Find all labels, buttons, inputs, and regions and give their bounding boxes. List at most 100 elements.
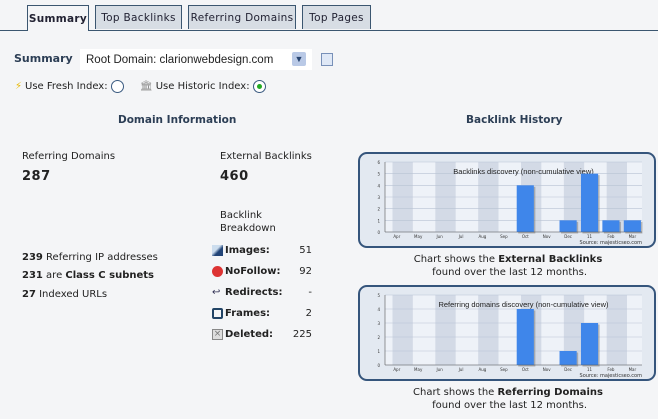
breakdown-nofollow: NoFollow: 92 (212, 264, 312, 278)
y-tick-label: 3 (377, 321, 380, 326)
y-tick-label: 1 (377, 218, 380, 223)
external-backlinks-value: 460 (220, 169, 249, 184)
backlink-history-heading: Backlink History (466, 114, 563, 126)
x-tick-label: Dec (564, 234, 572, 239)
building-icon: 🏛 (140, 81, 153, 92)
domain-select[interactable]: Root Domain: clarionwebdesign.com ▼ (80, 49, 312, 70)
x-tick-label: Mar (629, 234, 637, 239)
x-tick-label: 11 (587, 234, 593, 239)
x-tick-label: Jul (458, 367, 464, 372)
fresh-index-option[interactable]: ⚡ Use Fresh Index: (15, 80, 124, 93)
y-tick-label: 2 (377, 207, 380, 212)
x-tick-label: Jun (435, 234, 443, 239)
chart-title: Referring domains discovery (non-cumulat… (438, 300, 609, 309)
tab-top-backlinks[interactable]: Top Backlinks (95, 5, 182, 29)
chart-source: Source: majesticseo.com (580, 240, 643, 246)
y-tick-label: 0 (377, 363, 380, 368)
x-tick-label: Dec (564, 367, 572, 372)
breakdown-frames: Frames: 2 (212, 306, 312, 320)
bar (559, 220, 577, 232)
export-icon[interactable] (321, 53, 333, 66)
y-tick-label: 5 (377, 172, 380, 177)
domain-information-heading: Domain Information (118, 114, 237, 126)
stat-text: Referring IP addresses (42, 252, 158, 263)
x-tick-label: 11 (587, 367, 593, 372)
image-icon (212, 244, 223, 256)
breakdown-redirects: ↩ Redirects: - (212, 285, 312, 299)
fresh-index-radio[interactable] (110, 80, 124, 93)
y-tick-label: 4 (377, 183, 380, 188)
frame-icon (212, 307, 223, 319)
y-tick-label: 6 (377, 160, 380, 165)
referring-domains-chart-svg: 0 1 2 3 4 5 Referring domains discovery (non-c… (377, 293, 643, 379)
y-tick-label: 2 (377, 335, 380, 340)
x-tick-label: Aug (479, 234, 487, 239)
referring-domains-value: 287 (22, 169, 51, 184)
y-tick-label: 5 (377, 293, 380, 298)
y-tick-label: 4 (377, 307, 380, 312)
breakdown-label: Images: (225, 244, 270, 256)
nofollow-icon (212, 265, 223, 277)
breakdown-value: 225 (292, 328, 312, 340)
x-tick-label: Nov (543, 234, 551, 239)
x-tick-label: Jul (458, 234, 464, 239)
referring-domains-label: Referring Domains (22, 151, 116, 162)
lightning-icon: ⚡ (15, 81, 23, 92)
external-backlinks-label: External Backlinks (220, 151, 312, 162)
backlinks-chart-svg: 0 1 2 3 4 5 6 Backlinks discovery (non-cumulati… (377, 160, 643, 246)
x-tick-label: Nov (543, 367, 551, 372)
domain-select-value: Root Domain: clarionwebdesign.com (86, 53, 274, 66)
x-tick-label: May (414, 367, 423, 372)
bar (602, 220, 620, 232)
tab-summary[interactable]: Summary (27, 5, 89, 31)
breakdown-title-line: Breakdown (220, 223, 276, 234)
bar (623, 220, 641, 232)
breakdown-title-line: Backlink (220, 210, 262, 221)
bar (559, 351, 577, 365)
x-tick-label: Oct (522, 234, 529, 239)
stat-num: 239 (22, 252, 43, 263)
caption-text: Chart shows the (413, 254, 499, 265)
deleted-icon: × (212, 328, 223, 340)
x-tick-label: Feb (607, 367, 615, 372)
caption-bold: External Backlinks (498, 254, 603, 265)
historic-index-label: Use Historic Index: (155, 81, 250, 92)
caption-text: Chart shows the (413, 387, 498, 398)
breakdown-value: 2 (305, 307, 312, 319)
x-tick-label: Apr (393, 234, 400, 239)
stat-indexed-urls: 27 Indexed URLs (22, 289, 107, 300)
column-band (392, 295, 413, 365)
stat-text: Indexed URLs (35, 289, 108, 300)
breakdown-label: Redirects: (225, 286, 283, 298)
x-tick-label: Aug (479, 367, 487, 372)
tab-referring-domains[interactable]: Referring Domains (188, 5, 296, 29)
historic-index-radio[interactable] (252, 80, 266, 93)
x-tick-label: Feb (607, 234, 615, 239)
stat-num: 231 (22, 270, 43, 281)
chart-title: Backlinks discovery (non-cumulative view… (453, 167, 594, 176)
x-tick-label: Mar (629, 367, 637, 372)
referring-domains-chart: 0 1 2 3 4 5 Referring domains discovery (non-c… (358, 285, 656, 381)
x-tick-label: Sep (500, 367, 508, 372)
x-tick-label: Apr (393, 367, 400, 372)
stat-num: 27 (22, 289, 36, 300)
y-tick-label: 0 (377, 230, 380, 235)
historic-index-option[interactable]: 🏛 Use Historic Index: (140, 80, 266, 93)
chart-source: Source: majesticseo.com (580, 373, 643, 379)
y-tick-label: 1 (377, 349, 380, 354)
bar (516, 185, 534, 232)
tab-top-pages[interactable]: Top Pages (302, 5, 371, 29)
breakdown-label: Deleted: (225, 328, 274, 340)
x-tick-label: May (414, 234, 423, 239)
caption-text: found over the last 12 months. (428, 400, 588, 411)
backlink-breakdown-title: Backlink Breakdown (220, 209, 276, 235)
breakdown-value: - (308, 286, 312, 298)
breakdown-label: NoFollow: (225, 265, 281, 277)
caption-text: found over the last 12 months. (428, 267, 588, 278)
breakdown-label: Frames: (225, 307, 271, 319)
stat-class-c: 231 are Class C subnets (22, 270, 154, 281)
chevron-down-icon[interactable]: ▼ (292, 52, 306, 66)
referring-domains-chart-caption: Chart shows the Referring Domains found … (358, 386, 658, 412)
bar (516, 309, 534, 365)
column-band (606, 295, 628, 365)
